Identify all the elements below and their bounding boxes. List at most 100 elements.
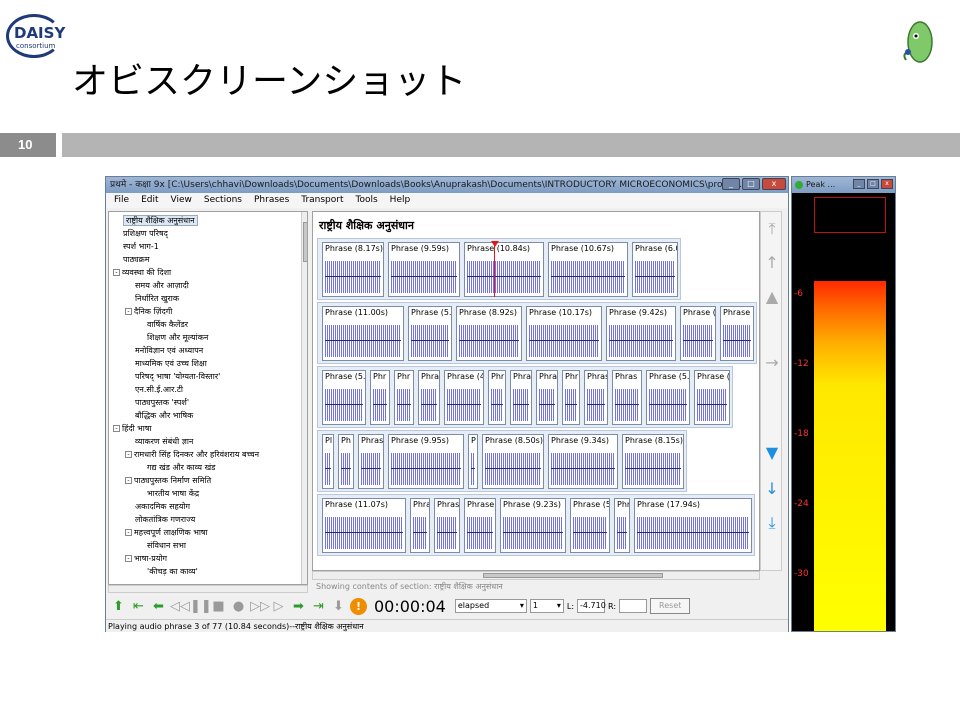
- tree-item[interactable]: अकादमिक सहयोग: [113, 500, 307, 513]
- tree-item[interactable]: राष्ट्रीय शैक्षिक अनुसंधान: [113, 214, 307, 227]
- collapse-icon[interactable]: -: [125, 555, 132, 562]
- phrase-block[interactable]: Phrase (9.42s): [606, 306, 676, 361]
- phrase-block[interactable]: Phrase (6.0: [632, 242, 678, 297]
- arrow-up-top-icon[interactable]: ⤒: [765, 218, 779, 240]
- phrase-block[interactable]: Phrase (5: [570, 498, 610, 553]
- tree-item[interactable]: समय और आज़ादी: [113, 279, 307, 292]
- tree-item[interactable]: स्पर्श भाग-1: [113, 240, 307, 253]
- tree-item[interactable]: मनोविज्ञान एवं अध्यापन: [113, 344, 307, 357]
- stop-icon[interactable]: ■: [210, 598, 227, 615]
- tree-item[interactable]: शिक्षण और मूल्यांकन: [113, 331, 307, 344]
- tree-item[interactable]: - दैनिक ज़िंदगी: [113, 305, 307, 318]
- content-horizontal-scrollbar[interactable]: [312, 571, 760, 580]
- tree-item[interactable]: पाठ्यपुस्तक 'स्पर्श': [113, 396, 307, 409]
- record-icon[interactable]: ●: [230, 598, 247, 615]
- phrase-block[interactable]: Phr: [370, 370, 390, 425]
- phrase-block[interactable]: Phra: [510, 370, 532, 425]
- tree-item[interactable]: माध्यमिक एवं उच्च शिक्षा: [113, 357, 307, 370]
- tree-horizontal-scrollbar[interactable]: [108, 585, 308, 593]
- phrase-block[interactable]: Ph: [338, 434, 354, 489]
- tree-item[interactable]: - भाषा-प्रयोग: [113, 552, 307, 565]
- minimize-icon[interactable]: _: [722, 178, 740, 190]
- forward-icon[interactable]: ➡: [290, 598, 307, 615]
- arrow-down-icon[interactable]: ↓: [765, 478, 779, 500]
- tree-item[interactable]: - व्यवस्था की दिशा: [113, 266, 307, 279]
- phrase-block[interactable]: Phrase (8.92s): [456, 306, 522, 361]
- next-section-icon[interactable]: ⬇: [330, 598, 347, 615]
- maximize-icon[interactable]: □: [742, 178, 760, 190]
- menu-item-phrases[interactable]: Phrases: [254, 193, 289, 208]
- phrase-block[interactable]: Phr: [394, 370, 414, 425]
- phrase-block[interactable]: Phrase (8.17s): [322, 242, 384, 297]
- phrase-block[interactable]: Phrase (9.23s): [500, 498, 566, 553]
- tree-vertical-scrollbar[interactable]: [301, 212, 307, 584]
- phrase-block[interactable]: Phr: [562, 370, 580, 425]
- maximize-icon[interactable]: □: [867, 179, 879, 189]
- tree-item[interactable]: गद्य खंड और काव्य खंड: [113, 461, 307, 474]
- phrase-block[interactable]: Phrase (11.00s): [322, 306, 404, 361]
- close-icon[interactable]: x: [881, 179, 893, 189]
- phrase-block[interactable]: Phras: [434, 498, 460, 553]
- collapse-icon[interactable]: -: [125, 529, 132, 536]
- phrase-block[interactable]: Phrase (8.15s): [622, 434, 684, 489]
- menu-item-sections[interactable]: Sections: [204, 193, 242, 208]
- phrase-block[interactable]: Phra: [418, 370, 440, 425]
- phrase-block[interactable]: Phrase (5.0: [322, 370, 366, 425]
- phrase-block[interactable]: Phrase (9.95s): [388, 434, 464, 489]
- phrase-block[interactable]: Phrase (4: [680, 306, 716, 361]
- phrase-block[interactable]: Phrase (11.07s): [322, 498, 406, 553]
- phrase-block[interactable]: Phrase (9.34s): [548, 434, 618, 489]
- collapse-icon[interactable]: -: [113, 269, 120, 276]
- previous-section-icon[interactable]: ⬆: [110, 598, 127, 615]
- phrase-block[interactable]: Phrase (9.59s): [388, 242, 460, 297]
- tree-item[interactable]: निर्धारित खुराक: [113, 292, 307, 305]
- phrase-block[interactable]: Phr: [488, 370, 506, 425]
- tree-item[interactable]: - हिंदी भाषा: [113, 422, 307, 435]
- phrase-block[interactable]: Phra: [536, 370, 558, 425]
- arrow-up-icon[interactable]: ↑: [765, 252, 779, 274]
- phrase-count-select[interactable]: 1 ▾: [529, 599, 564, 613]
- l-value-field[interactable]: -4.710: [577, 599, 606, 613]
- phrase-block[interactable]: Phrase: [720, 306, 754, 361]
- minimize-icon[interactable]: _: [853, 179, 865, 189]
- phrase-block[interactable]: Phrase (10.17s): [526, 306, 602, 361]
- arrow-right-icon[interactable]: →: [765, 352, 779, 374]
- triangle-up-icon[interactable]: ▲: [765, 286, 779, 308]
- phrase-block[interactable]: Phra: [410, 498, 430, 553]
- tree-item[interactable]: प्रशिक्षण परिषद्: [113, 227, 307, 240]
- phrase-block[interactable]: Phrase (17.94s): [634, 498, 752, 553]
- tree-item[interactable]: बौद्धिक और भाषिक: [113, 409, 307, 422]
- menu-item-help[interactable]: Help: [390, 193, 411, 208]
- phrase-block[interactable]: Phrase (5.0: [646, 370, 690, 425]
- tree-item[interactable]: एन.सी.ई.आर.टी: [113, 383, 307, 396]
- tree-item[interactable]: - रामधारी सिंह दिनकर और हरिवंशराय बच्चन: [113, 448, 307, 461]
- tree-item[interactable]: लोकतांत्रिक गणराज्य: [113, 513, 307, 526]
- phrase-block[interactable]: Phras: [612, 370, 642, 425]
- tree-item[interactable]: - पाठ्यपुस्तक निर्माण समिति: [113, 474, 307, 487]
- collapse-icon[interactable]: -: [125, 477, 132, 484]
- phrase-block[interactable]: Phras: [584, 370, 608, 425]
- collapse-icon[interactable]: -: [113, 425, 120, 432]
- menu-item-tools[interactable]: Tools: [356, 193, 378, 208]
- phrase-block[interactable]: Pl: [322, 434, 334, 489]
- phrase-block[interactable]: Phrase (10.67s): [548, 242, 628, 297]
- phrase-block[interactable]: Phrase (4: [444, 370, 484, 425]
- tree-item[interactable]: 'कीचड़ का काव्य': [113, 565, 307, 578]
- tree-item[interactable]: भारतीय भाषा केंद्र: [113, 487, 307, 500]
- fast-forward-icon[interactable]: ▷▷: [250, 598, 270, 615]
- pause-icon[interactable]: ❚❚: [190, 598, 212, 615]
- phrase-block[interactable]: Phrase (5.7: [408, 306, 452, 361]
- back-icon[interactable]: ⬅: [150, 598, 167, 615]
- warning-icon[interactable]: !: [350, 597, 367, 615]
- phrase-block[interactable]: P: [468, 434, 478, 489]
- menu-item-view[interactable]: View: [171, 193, 192, 208]
- menu-item-file[interactable]: File: [114, 193, 129, 208]
- collapse-icon[interactable]: -: [125, 308, 132, 315]
- play-icon[interactable]: ▷: [270, 598, 287, 615]
- tree-item[interactable]: - महत्त्वपूर्ण लाक्षणिक भाषा: [113, 526, 307, 539]
- reset-button[interactable]: Reset: [650, 598, 691, 614]
- triangle-down-icon[interactable]: ▼: [765, 442, 779, 464]
- arrow-down-bottom-icon[interactable]: ⤓: [765, 512, 779, 534]
- collapse-icon[interactable]: -: [125, 451, 132, 458]
- previous-phrase-icon[interactable]: ⇤: [130, 598, 147, 615]
